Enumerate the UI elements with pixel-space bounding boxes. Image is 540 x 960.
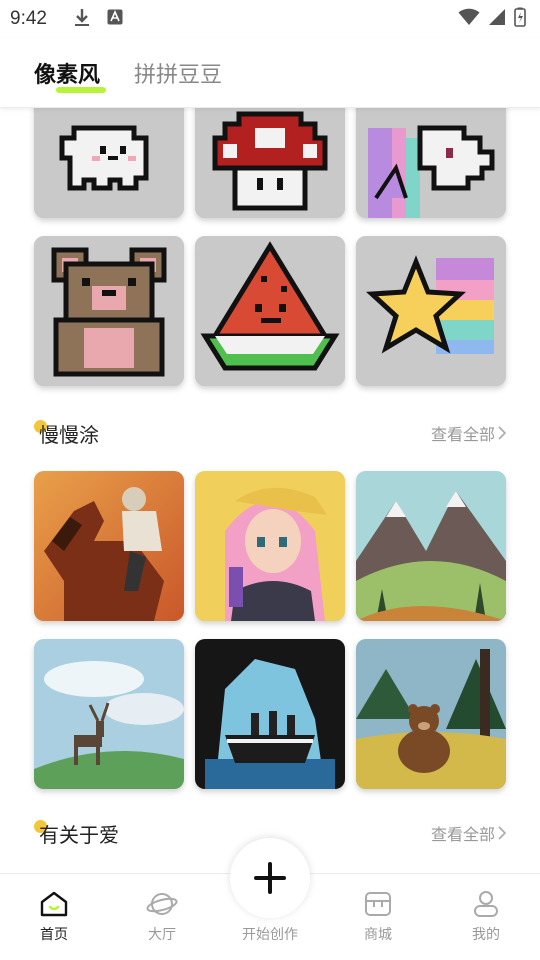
status-bar: 9:42 [0, 0, 540, 38]
gallery-tile-ghost[interactable] [34, 108, 184, 218]
tab-bead-art[interactable]: 拼拼豆豆 [134, 57, 222, 89]
nav-lobby[interactable]: 大厅 [108, 874, 216, 960]
nav-profile-label: 我的 [472, 927, 500, 943]
section-title: 慢慢涂 [39, 422, 99, 447]
see-all-link[interactable]: 查看全部 [431, 821, 506, 845]
gallery-tile-rainbow-star[interactable] [356, 236, 506, 386]
signal-icon [488, 8, 506, 30]
nav-store-label: 商城 [364, 927, 392, 943]
section-header-slow-coloring: 慢慢涂 查看全部 [34, 418, 506, 448]
gallery-tile-bear[interactable] [34, 236, 184, 386]
download-icon [73, 7, 91, 31]
gallery-tile-anime-girl[interactable] [195, 471, 345, 621]
content-scroll-area[interactable]: 慢慢涂 查看全部 有关于爱 查看全部 [0, 108, 540, 873]
gallery-tile-watermelon[interactable] [195, 236, 345, 386]
nav-lobby-label: 大厅 [148, 927, 176, 943]
gallery-tile-ship[interactable] [195, 639, 345, 789]
tab-pixel-style[interactable]: 像素风 [34, 57, 106, 93]
nav-store[interactable]: 商城 [324, 874, 432, 960]
see-all-label: 查看全部 [430, 425, 495, 444]
app-notification-icon [107, 9, 123, 29]
chevron-right-icon [498, 426, 506, 440]
gallery-tile-mushroom[interactable] [195, 108, 345, 218]
section-title: 有关于爱 [39, 822, 119, 847]
gallery-tile-mountains[interactable] [356, 471, 506, 621]
wifi-icon [458, 8, 480, 30]
planet-icon [146, 893, 178, 915]
nav-create-label: 开始创作 [242, 927, 298, 943]
status-time: 9:42 [10, 8, 47, 29]
nav-home[interactable]: 首页 [0, 874, 108, 960]
top-tab-bar: 像素风 拼拼豆豆 [0, 38, 540, 108]
plus-icon [254, 862, 286, 894]
battery-icon [514, 7, 526, 31]
gallery-tile-unicorn[interactable] [356, 108, 506, 218]
store-icon [365, 892, 391, 916]
chevron-right-icon [498, 826, 506, 840]
gallery-tile-jockey-horse[interactable] [34, 471, 184, 621]
active-tab-indicator [56, 86, 106, 93]
gallery-tile-deer[interactable] [34, 639, 184, 789]
create-button[interactable] [230, 838, 310, 918]
gallery-tile-bear-forest[interactable] [356, 639, 506, 789]
see-all-link[interactable]: 查看全部 [431, 421, 506, 445]
tab-bead-art-label: 拼拼豆豆 [134, 62, 223, 88]
see-all-label: 查看全部 [430, 825, 495, 844]
profile-icon [474, 891, 498, 917]
nav-profile[interactable]: 我的 [432, 874, 540, 960]
nav-home-label: 首页 [40, 927, 68, 943]
home-icon [40, 891, 68, 917]
slow-coloring-gallery [34, 471, 506, 789]
tab-pixel-style-label: 像素风 [34, 62, 101, 88]
pixel-gallery [34, 108, 506, 386]
